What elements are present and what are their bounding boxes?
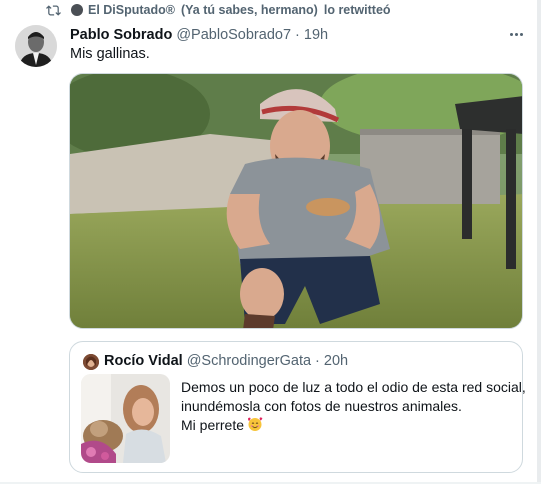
quote-photo-image — [81, 374, 170, 463]
quote-text-line: Mi perrete — [181, 417, 245, 433]
more-options-icon[interactable] — [505, 26, 527, 42]
retweeter-name[interactable]: El DiSputado — [88, 3, 166, 17]
retweet-icon — [46, 4, 61, 16]
smiling-face-with-hearts-emoji — [248, 417, 263, 431]
quote-text: Demos un poco de luz a todo el odio de e… — [181, 378, 526, 435]
tweet-photo-image — [70, 74, 522, 328]
retweeter-avatar — [71, 4, 83, 16]
retweet-action: lo retwitteó — [323, 3, 391, 17]
header-separator: · — [295, 27, 300, 43]
quote-author-avatar-image — [83, 354, 99, 370]
author-avatar[interactable] — [15, 25, 57, 67]
quote-text-line-with-emoji: Mi perrete — [181, 416, 521, 435]
quote-author-avatar[interactable] — [83, 354, 99, 370]
retweet-context[interactable]: El DiSputado ® (Ya tú sabes, hermano) lo… — [46, 2, 391, 18]
author-avatar-image — [15, 25, 57, 67]
quote-author-name[interactable]: Rocío Vidal — [104, 353, 183, 369]
quoted-tweet[interactable]: Rocío Vidal @SchrodingerGata · 20h Demos… — [69, 341, 526, 473]
quote-text-line: inundémosla con fotos de nuestros animal… — [181, 398, 462, 414]
quote-author-handle[interactable]: @SchrodingerGata — [187, 353, 311, 369]
quote-header-separator: · — [315, 353, 320, 369]
tweet-text: Mis gallinas. — [70, 46, 150, 62]
retweeter-badge: ® — [165, 3, 175, 17]
author-handle[interactable]: @PabloSobrado7 — [176, 27, 291, 43]
tweet-timestamp[interactable]: 19h — [304, 27, 328, 43]
quote-timestamp[interactable]: 20h — [324, 353, 348, 369]
tweet-header: Pablo Sobrado @PabloSobrado7 · 19h — [70, 27, 328, 43]
author-name[interactable]: Pablo Sobrado — [70, 27, 172, 43]
tweet-photo[interactable] — [69, 73, 523, 329]
quote-photo[interactable] — [81, 374, 170, 463]
quote-text-line: Demos un poco de luz a todo el odio de e… — [181, 379, 526, 395]
scrollbar-track[interactable] — [537, 0, 541, 484]
quote-header: Rocío Vidal @SchrodingerGata · 20h — [104, 353, 348, 369]
retweeter-note: (Ya tú sabes, hermano) — [181, 3, 318, 17]
